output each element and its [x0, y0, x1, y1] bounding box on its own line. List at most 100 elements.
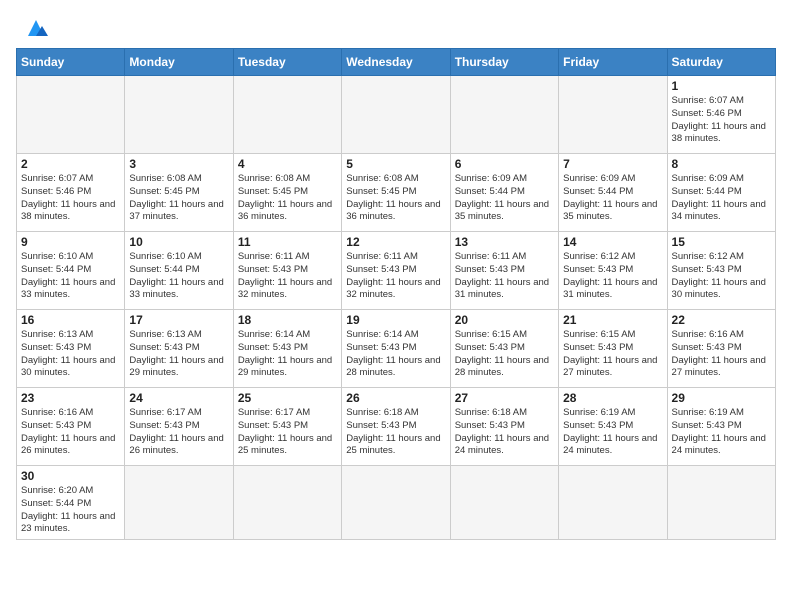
calendar-day-cell: 11Sunrise: 6:11 AM Sunset: 5:43 PM Dayli…: [233, 232, 341, 310]
calendar-day-cell: [125, 76, 233, 154]
calendar-day-header: Monday: [125, 49, 233, 76]
day-info: Sunrise: 6:13 AM Sunset: 5:43 PM Dayligh…: [129, 329, 228, 380]
calendar-day-header: Sunday: [17, 49, 125, 76]
day-info: Sunrise: 6:08 AM Sunset: 5:45 PM Dayligh…: [129, 173, 228, 224]
calendar-day-cell: 25 Sunrise: 6:17 AM Sunset: 5:43 PM Dayli…: [233, 388, 341, 466]
day-number: 7: [563, 157, 662, 171]
day-info: Sunrise: 6:10 AM Sunset: 5:44 PM Dayligh…: [21, 251, 120, 302]
page-header: [16, 16, 776, 40]
calendar-day-cell: 22 Sunrise: 6:16 AM Sunset: 5:43 PM Dayli…: [667, 310, 775, 388]
calendar-day-cell: 1Sunrise: 6:07 AM Sunset: 5:46 PM Daylig…: [667, 76, 775, 154]
day-info: Sunrise: 6:11 AM Sunset: 5:43 PM Dayligh…: [346, 251, 445, 302]
day-number: 25: [238, 391, 337, 405]
calendar-week-row: 2 Sunrise: 6:07 AM Sunset: 5:46 PM Daylig…: [17, 154, 776, 232]
day-number: 10: [129, 235, 228, 249]
calendar-day-cell: 5 Sunrise: 6:08 AM Sunset: 5:45 PM Daylig…: [342, 154, 450, 232]
day-number: 11: [238, 235, 337, 249]
day-info: Sunrise: 6:11 AM Sunset: 5:43 PM Dayligh…: [455, 251, 554, 302]
logo: [16, 16, 52, 40]
day-number: 5: [346, 157, 445, 171]
calendar-day-cell: 17 Sunrise: 6:13 AM Sunset: 5:43 PM Dayli…: [125, 310, 233, 388]
calendar-day-header: Saturday: [667, 49, 775, 76]
calendar-day-cell: 2 Sunrise: 6:07 AM Sunset: 5:46 PM Daylig…: [17, 154, 125, 232]
day-number: 3: [129, 157, 228, 171]
day-info: Sunrise: 6:10 AM Sunset: 5:44 PM Dayligh…: [129, 251, 228, 302]
day-info: Sunrise: 6:18 AM Sunset: 5:43 PM Dayligh…: [346, 407, 445, 458]
calendar-day-cell: 14Sunrise: 6:12 AM Sunset: 5:43 PM Dayli…: [559, 232, 667, 310]
day-info: Sunrise: 6:16 AM Sunset: 5:43 PM Dayligh…: [21, 407, 120, 458]
day-number: 6: [455, 157, 554, 171]
day-number: 20: [455, 313, 554, 327]
day-info: Sunrise: 6:19 AM Sunset: 5:43 PM Dayligh…: [672, 407, 771, 458]
calendar-day-header: Friday: [559, 49, 667, 76]
day-number: 28: [563, 391, 662, 405]
calendar-day-cell: 15 Sunrise: 6:12 AM Sunset: 5:43 PM Dayli…: [667, 232, 775, 310]
day-info: Sunrise: 6:14 AM Sunset: 5:43 PM Dayligh…: [346, 329, 445, 380]
day-number: 12: [346, 235, 445, 249]
day-number: 18: [238, 313, 337, 327]
calendar-day-cell: 8Sunrise: 6:09 AM Sunset: 5:44 PM Daylig…: [667, 154, 775, 232]
calendar-day-cell: [342, 76, 450, 154]
logo-icon: [20, 18, 52, 40]
day-number: 8: [672, 157, 771, 171]
day-info: Sunrise: 6:15 AM Sunset: 5:43 PM Dayligh…: [563, 329, 662, 380]
day-info: Sunrise: 6:07 AM Sunset: 5:46 PM Dayligh…: [672, 95, 771, 146]
calendar-day-cell: [342, 466, 450, 540]
calendar-day-cell: 18Sunrise: 6:14 AM Sunset: 5:43 PM Dayli…: [233, 310, 341, 388]
calendar-day-header: Wednesday: [342, 49, 450, 76]
day-number: 26: [346, 391, 445, 405]
day-number: 27: [455, 391, 554, 405]
calendar-day-cell: 29Sunrise: 6:19 AM Sunset: 5:43 PM Dayli…: [667, 388, 775, 466]
calendar-week-row: 1Sunrise: 6:07 AM Sunset: 5:46 PM Daylig…: [17, 76, 776, 154]
calendar-week-row: 16 Sunrise: 6:13 AM Sunset: 5:43 PM Dayli…: [17, 310, 776, 388]
day-number: 19: [346, 313, 445, 327]
day-number: 17: [129, 313, 228, 327]
calendar-day-cell: 10 Sunrise: 6:10 AM Sunset: 5:44 PM Dayli…: [125, 232, 233, 310]
day-info: Sunrise: 6:17 AM Sunset: 5:43 PM Dayligh…: [238, 407, 337, 458]
calendar-day-cell: 6Sunrise: 6:09 AM Sunset: 5:44 PM Daylig…: [450, 154, 558, 232]
calendar-day-cell: 26 Sunrise: 6:18 AM Sunset: 5:43 PM Dayli…: [342, 388, 450, 466]
day-info: Sunrise: 6:16 AM Sunset: 5:43 PM Dayligh…: [672, 329, 771, 380]
calendar-day-cell: 23 Sunrise: 6:16 AM Sunset: 5:43 PM Dayli…: [17, 388, 125, 466]
day-info: Sunrise: 6:08 AM Sunset: 5:45 PM Dayligh…: [346, 173, 445, 224]
calendar-week-row: 23 Sunrise: 6:16 AM Sunset: 5:43 PM Dayli…: [17, 388, 776, 466]
day-info: Sunrise: 6:13 AM Sunset: 5:43 PM Dayligh…: [21, 329, 120, 380]
calendar-table: SundayMondayTuesdayWednesdayThursdayFrid…: [16, 48, 776, 540]
calendar-day-cell: [125, 466, 233, 540]
day-number: 23: [21, 391, 120, 405]
day-number: 4: [238, 157, 337, 171]
calendar-day-cell: 9 Sunrise: 6:10 AM Sunset: 5:44 PM Daylig…: [17, 232, 125, 310]
calendar-day-cell: 20 Sunrise: 6:15 AM Sunset: 5:43 PM Dayli…: [450, 310, 558, 388]
calendar-day-cell: [17, 76, 125, 154]
day-info: Sunrise: 6:08 AM Sunset: 5:45 PM Dayligh…: [238, 173, 337, 224]
day-number: 9: [21, 235, 120, 249]
calendar-day-cell: [559, 466, 667, 540]
day-number: 13: [455, 235, 554, 249]
day-number: 22: [672, 313, 771, 327]
calendar-day-cell: [450, 76, 558, 154]
calendar-day-cell: 28 Sunrise: 6:19 AM Sunset: 5:43 PM Dayli…: [559, 388, 667, 466]
day-info: Sunrise: 6:12 AM Sunset: 5:43 PM Dayligh…: [672, 251, 771, 302]
calendar-day-cell: 21 Sunrise: 6:15 AM Sunset: 5:43 PM Dayli…: [559, 310, 667, 388]
calendar-day-cell: 27 Sunrise: 6:18 AM Sunset: 5:43 PM Dayli…: [450, 388, 558, 466]
calendar-header-row: SundayMondayTuesdayWednesdayThursdayFrid…: [17, 49, 776, 76]
day-number: 16: [21, 313, 120, 327]
day-number: 24: [129, 391, 228, 405]
day-info: Sunrise: 6:18 AM Sunset: 5:43 PM Dayligh…: [455, 407, 554, 458]
calendar-day-cell: [233, 466, 341, 540]
calendar-day-cell: 3 Sunrise: 6:08 AM Sunset: 5:45 PM Daylig…: [125, 154, 233, 232]
calendar-day-cell: [233, 76, 341, 154]
calendar-week-row: 30 Sunrise: 6:20 AM Sunset: 5:44 PM Dayli…: [17, 466, 776, 540]
day-number: 15: [672, 235, 771, 249]
day-number: 21: [563, 313, 662, 327]
day-info: Sunrise: 6:20 AM Sunset: 5:44 PM Dayligh…: [21, 485, 120, 536]
day-info: Sunrise: 6:15 AM Sunset: 5:43 PM Dayligh…: [455, 329, 554, 380]
day-number: 30: [21, 469, 120, 483]
calendar-day-cell: [450, 466, 558, 540]
calendar-day-cell: 24Sunrise: 6:17 AM Sunset: 5:43 PM Dayli…: [125, 388, 233, 466]
day-info: Sunrise: 6:07 AM Sunset: 5:46 PM Dayligh…: [21, 173, 120, 224]
day-number: 2: [21, 157, 120, 171]
calendar-day-cell: 4 Sunrise: 6:08 AM Sunset: 5:45 PM Daylig…: [233, 154, 341, 232]
day-info: Sunrise: 6:19 AM Sunset: 5:43 PM Dayligh…: [563, 407, 662, 458]
calendar-day-header: Tuesday: [233, 49, 341, 76]
